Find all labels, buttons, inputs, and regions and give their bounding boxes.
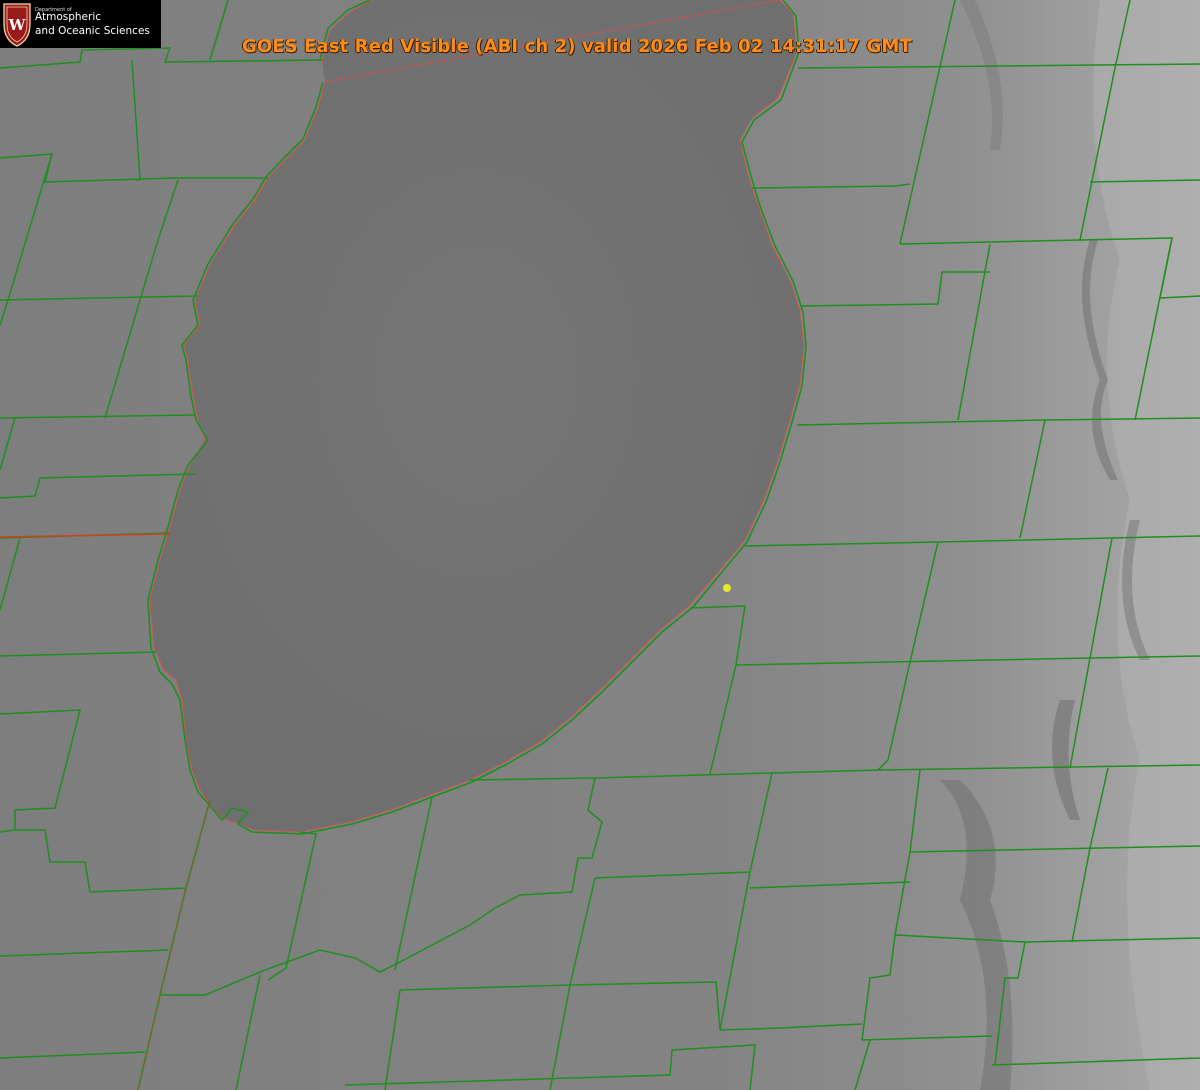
logo-line-1: Atmospheric bbox=[35, 11, 102, 23]
yellow-dot-marker bbox=[723, 584, 731, 592]
logo-line-2: and Oceanic Sciences bbox=[35, 25, 150, 37]
map-title: GOES East Red Visible (ABI ch 2) valid 2… bbox=[242, 36, 912, 57]
uw-crest-icon: W bbox=[3, 3, 31, 47]
aos-logo: W Department of Atmospheric and Oceanic … bbox=[0, 0, 161, 48]
cloud-field-east bbox=[900, 0, 1200, 1090]
crest-letter: W bbox=[8, 16, 27, 34]
satellite-map bbox=[0, 0, 1200, 1090]
